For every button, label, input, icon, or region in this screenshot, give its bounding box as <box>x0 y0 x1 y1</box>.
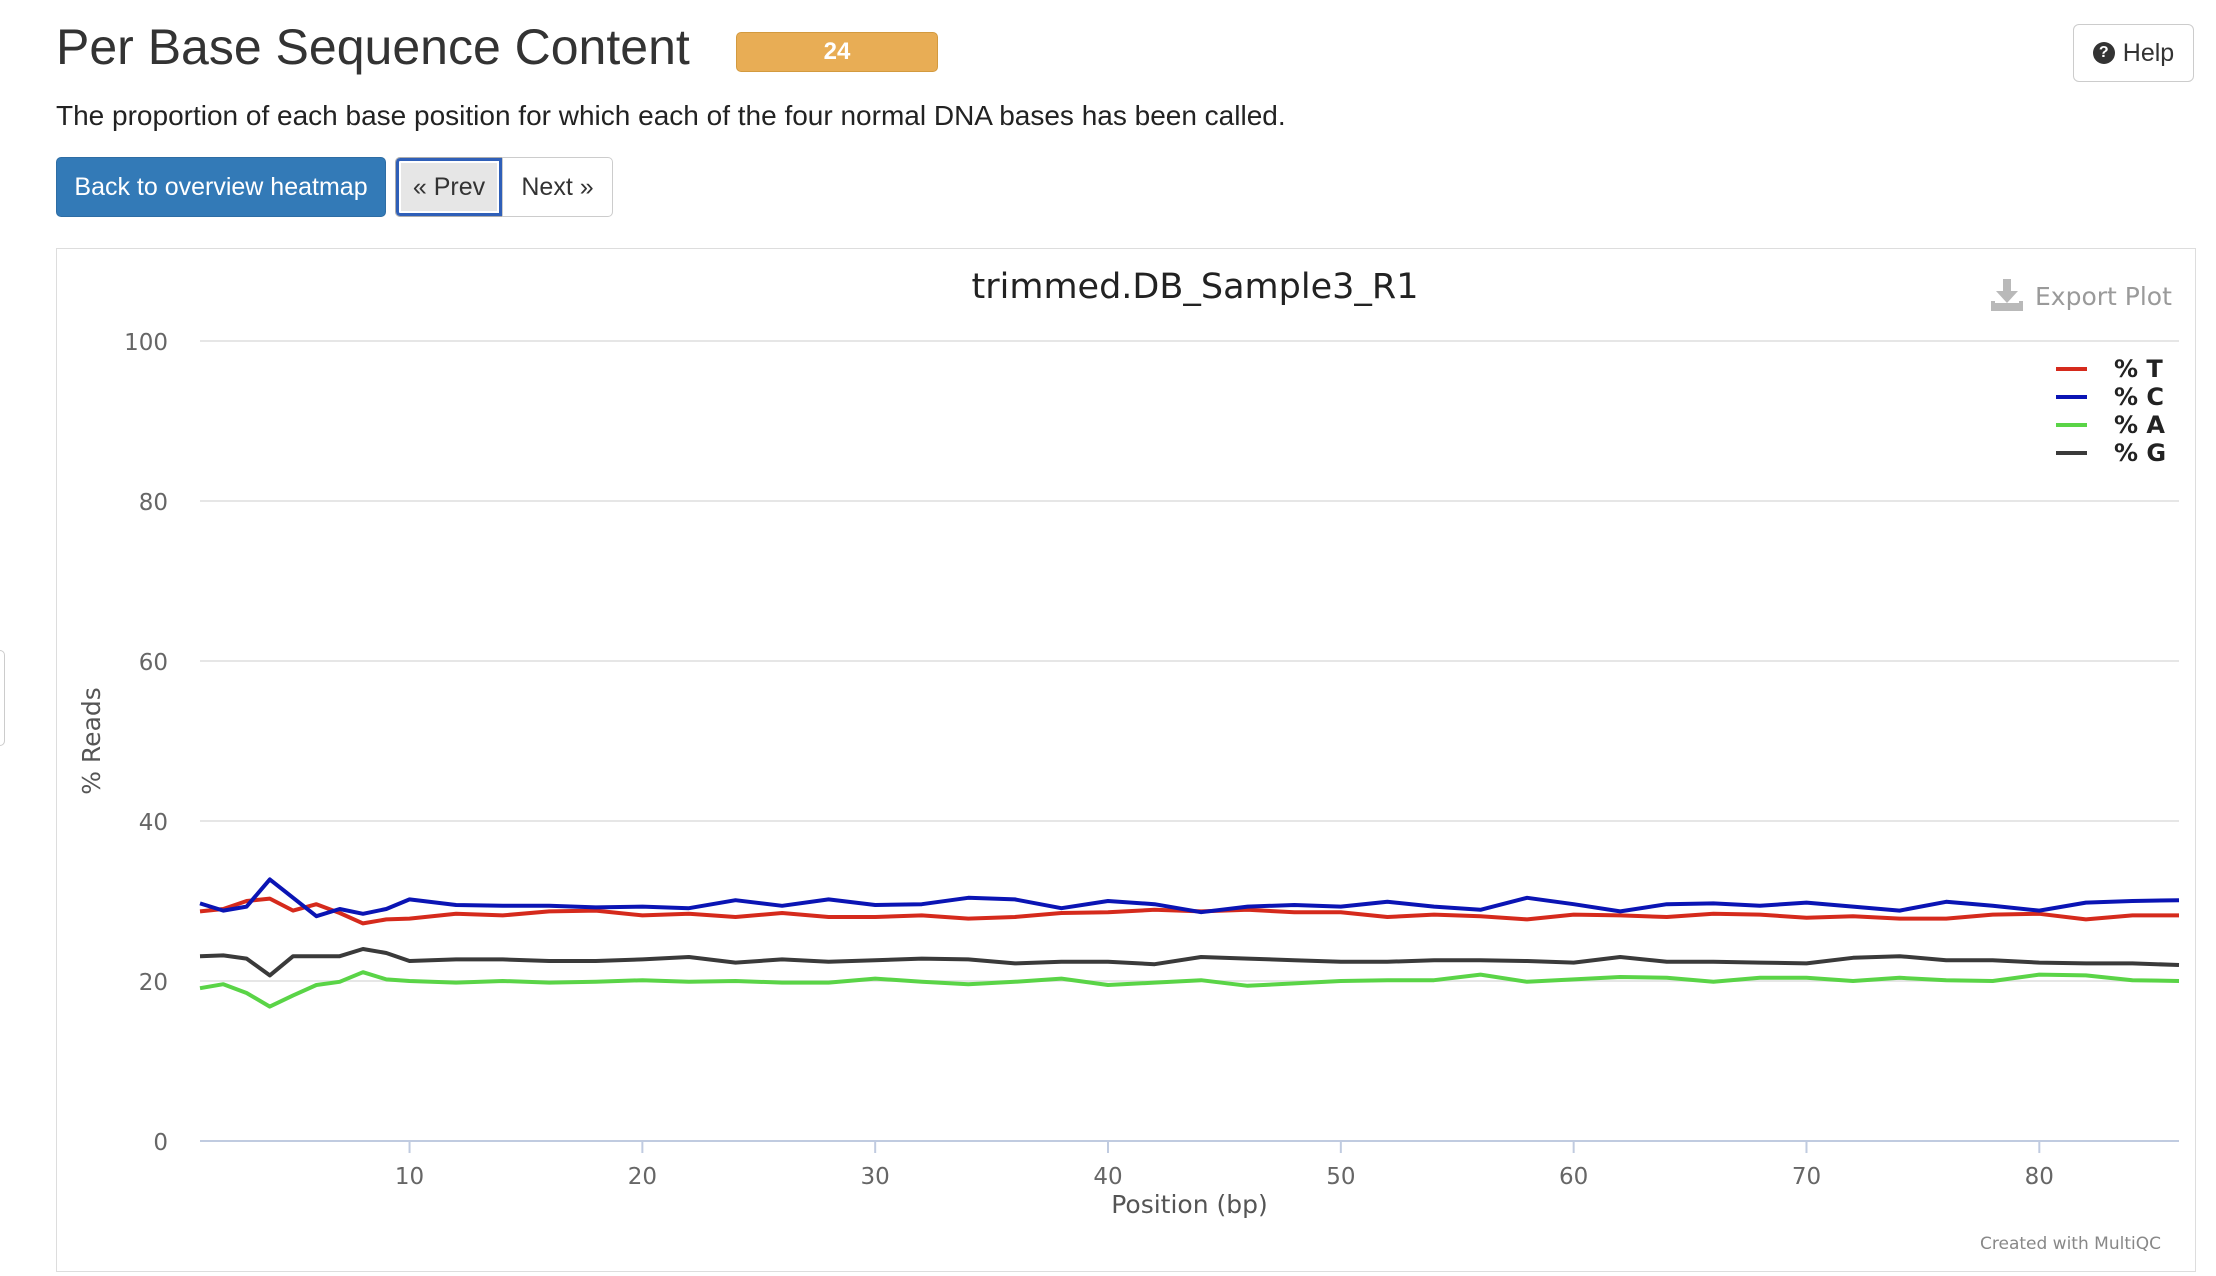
y-tick-label: 0 <box>153 1130 168 1156</box>
y-tick-label: 100 <box>124 330 168 356</box>
y-tick-label: 40 <box>139 810 168 836</box>
legend-item-c[interactable]: % C <box>2114 383 2164 411</box>
chart-legend: % T% C% A% G <box>2056 355 2166 467</box>
next-button[interactable]: Next » <box>502 157 613 217</box>
x-tick-label: 70 <box>1792 1164 1821 1190</box>
back-to-heatmap-button[interactable]: Back to overview heatmap <box>56 157 386 217</box>
help-label: Help <box>2122 38 2175 67</box>
page-title: Per Base Sequence Content <box>56 19 690 75</box>
download-icon <box>1991 279 2023 311</box>
legend-item-g[interactable]: % G <box>2114 439 2166 467</box>
question-circle-icon: ? <box>2092 42 2115 64</box>
x-tick-label: 60 <box>1559 1164 1588 1190</box>
x-axis-label: Position (bp) <box>1111 1190 1268 1219</box>
y-tick-label: 80 <box>139 490 168 516</box>
y-tick-label: 20 <box>139 970 168 996</box>
created-with-credit: Created with MultiQC <box>1980 1234 2161 1254</box>
series-line-a[interactable] <box>199 970 2180 1009</box>
x-tick-label: 50 <box>1326 1164 1355 1190</box>
x-tick-label: 80 <box>2025 1164 2054 1190</box>
help-button[interactable]: ? Help <box>2073 24 2194 82</box>
y-tick-label: 60 <box>139 650 168 676</box>
side-panel-toggle[interactable] <box>0 650 5 746</box>
x-tick-label: 40 <box>1093 1164 1122 1190</box>
x-tick-label: 30 <box>861 1164 890 1190</box>
grid-lines <box>200 340 2179 1142</box>
section-description: The proportion of each base position for… <box>56 100 1286 131</box>
x-tick-label: 20 <box>628 1164 657 1190</box>
line-chart: 0 20 40 60 80 100 10 20 30 40 50 60 70 80 Position (bp… <box>77 267 2180 1254</box>
x-tick-label: 10 <box>395 1164 424 1190</box>
export-plot-button[interactable]: Export Plot <box>1991 279 2172 311</box>
status-badge: 24 <box>736 32 938 72</box>
y-axis-label: % Reads <box>77 687 106 795</box>
prev-button[interactable]: « Prev <box>395 157 503 217</box>
series-line-g[interactable] <box>199 947 2180 978</box>
legend-item-t[interactable]: % T <box>2114 355 2163 383</box>
plot-container: 0 20 40 60 80 100 10 20 30 40 50 60 70 80 Position (bp… <box>56 248 2196 1272</box>
series-lines <box>199 877 2180 1009</box>
export-plot-label: Export Plot <box>2035 282 2172 311</box>
chart-title: trimmed.DB_Sample3_R1 <box>972 267 1419 307</box>
legend-item-a[interactable]: % A <box>2114 411 2165 439</box>
axes: 0 20 40 60 80 100 10 20 30 40 50 60 70 80 Position (bp… <box>77 330 2054 1219</box>
series-line-c[interactable] <box>199 877 2180 919</box>
